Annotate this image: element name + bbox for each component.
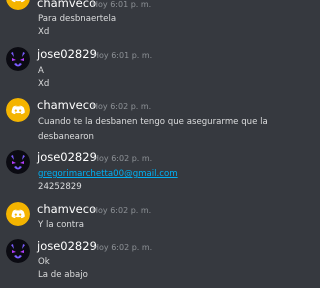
demon-face-icon [6,239,30,263]
user-avatar[interactable] [6,202,30,226]
message-text: Y la contra [38,220,84,230]
demon-face-icon [6,150,30,174]
message-text: La de abajo [38,270,88,280]
message-timestamp: Hoy 6:01 p. m. [93,51,153,60]
message-text: Xd [38,79,50,89]
chat-message-list[interactable]: chamveco Hoy 6:01 p. m. Para desbnaertel… [0,0,288,288]
message-text: 24252829 [38,182,82,192]
message-timestamp: Hoy 6:02 p. m. [93,154,153,163]
message-text: desbanearon [38,132,94,142]
message-timestamp: Hoy 6:02 p. m. [93,243,153,252]
user-avatar[interactable] [6,239,30,263]
message-timestamp: Hoy 6:02 p. m. [92,102,152,111]
discord-logo-icon [6,98,30,122]
discord-logo-icon [6,0,30,10]
message-timestamp: Hoy 6:01 p. m. [92,0,152,9]
user-avatar[interactable] [6,150,30,174]
message-author[interactable]: jose02829 [37,239,97,253]
user-avatar[interactable] [6,0,30,10]
message-text: Ok [38,257,50,267]
message-text: Xd [38,27,50,37]
discord-logo-icon [6,202,30,226]
message-author[interactable]: chamveco [37,0,96,10]
email-link[interactable]: gregorimarchetta00@gmail.com [38,169,178,179]
message-author[interactable]: jose02829 [37,150,97,164]
message-timestamp: Hoy 6:02 p. m. [92,206,152,215]
message-text: A [38,66,44,76]
message-author[interactable]: jose02829 [37,47,97,61]
user-avatar[interactable] [6,98,30,122]
message-text: Cuando te la desbanen tengo que asegurar… [38,117,268,127]
message-author[interactable]: chamveco [37,98,96,112]
demon-face-icon [6,47,30,71]
message-text: Para desbnaertela [38,14,117,24]
user-avatar[interactable] [6,47,30,71]
message-author[interactable]: chamveco [37,202,96,216]
